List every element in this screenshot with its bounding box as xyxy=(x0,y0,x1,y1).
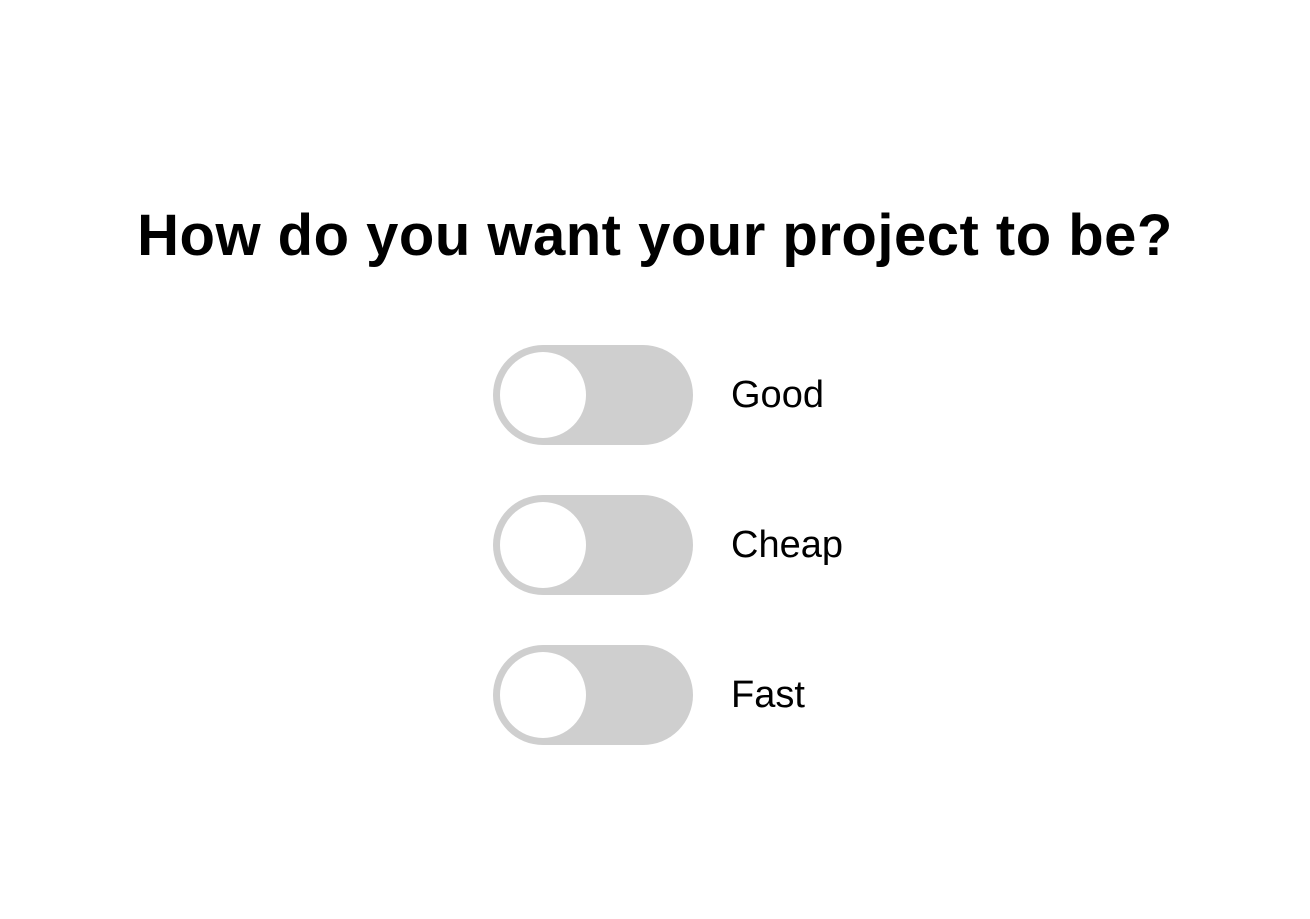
option-label-good: Good xyxy=(731,374,824,416)
toggle-list: Good Cheap Fast xyxy=(493,345,993,745)
toggle-switch-cheap[interactable] xyxy=(493,495,693,595)
option-row-cheap: Cheap xyxy=(493,495,993,595)
toggle-switch-good[interactable] xyxy=(493,345,693,445)
option-label-fast: Fast xyxy=(731,674,805,716)
page-title: How do you want your project to be? xyxy=(137,203,1173,268)
toggle-knob xyxy=(500,652,586,738)
toggle-knob xyxy=(500,352,586,438)
option-label-cheap: Cheap xyxy=(731,524,843,566)
page: How do you want your project to be? Good… xyxy=(0,0,1310,919)
toggle-knob xyxy=(500,502,586,588)
toggle-switch-fast[interactable] xyxy=(493,645,693,745)
option-row-good: Good xyxy=(493,345,993,445)
option-row-fast: Fast xyxy=(493,645,993,745)
